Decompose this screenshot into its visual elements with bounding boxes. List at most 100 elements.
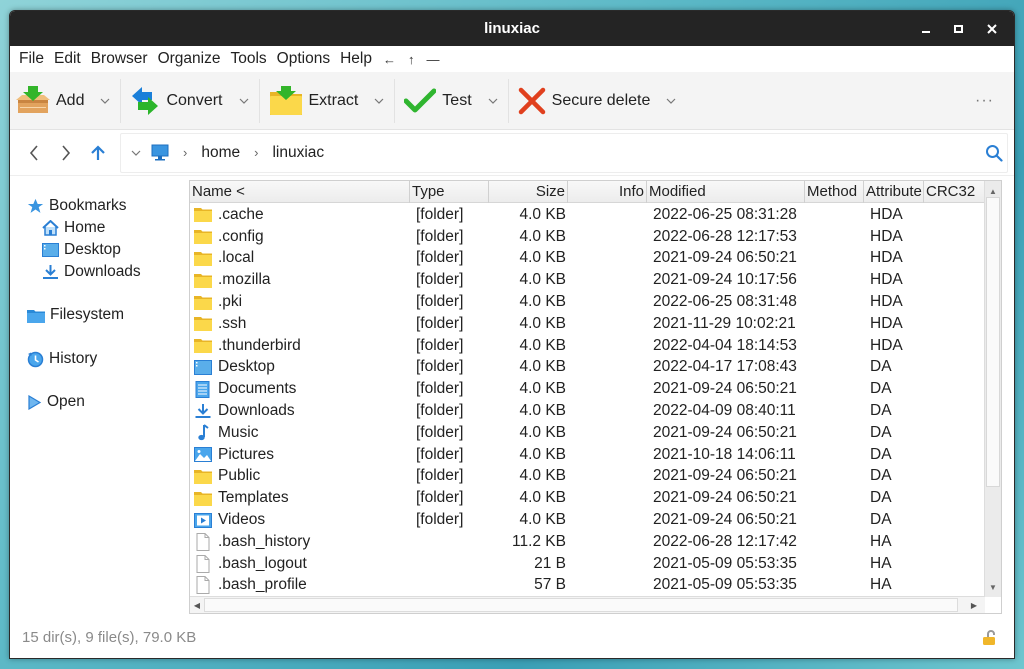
menu-help[interactable]: Help — [335, 50, 377, 68]
convert-icon — [132, 86, 159, 115]
extract-button[interactable]: Extract — [269, 85, 358, 116]
toolbar: Add Convert Extract Test Secure delete ·… — [10, 72, 1014, 130]
column-type[interactable]: Type — [410, 181, 489, 203]
convert-dropdown[interactable] — [239, 98, 249, 104]
menu-tools[interactable]: Tools — [225, 50, 271, 68]
minimize-button[interactable] — [909, 11, 942, 46]
cell-modified: 2021-09-24 06:50:21 — [653, 380, 797, 398]
vertical-scrollbar[interactable]: ▲ ▼ — [984, 181, 1001, 597]
horizontal-scrollbar[interactable]: ◀ ▶ — [190, 596, 985, 613]
menu-file[interactable]: File — [14, 50, 49, 68]
column-modified[interactable]: Modified — [647, 181, 805, 203]
column-name[interactable]: Name < — [190, 181, 410, 203]
cell-modified: 2022-04-04 18:14:53 — [653, 336, 797, 354]
extract-dropdown[interactable] — [374, 98, 384, 104]
table-row[interactable]: .config [folder] 4.0 KB 2022-06-28 12:17:53… — [190, 226, 985, 248]
menu-organize[interactable]: Organize — [153, 50, 226, 68]
table-row[interactable]: Public [folder] 4.0 KB 2021-09-24 06:50:21 D… — [190, 466, 985, 488]
chevron-down-icon — [666, 98, 676, 104]
column-method[interactable]: Method — [805, 181, 864, 203]
sidebar-item-downloads[interactable]: Downloads — [42, 261, 141, 283]
column-attribute[interactable]: Attribute — [864, 181, 924, 203]
table-row[interactable]: Downloads [folder] 4.0 KB 2022-04-09 08:40:… — [190, 400, 985, 422]
main-area: Bookmarks Home Desktop Downloads Filesys… — [10, 177, 1014, 619]
breadcrumb-home[interactable]: home — [201, 144, 240, 162]
table-row[interactable]: Desktop [folder] 4.0 KB 2022-04-17 17:08:43… — [190, 357, 985, 379]
title-bar[interactable]: linuxiac — [10, 11, 1014, 46]
menu-options[interactable]: Options — [272, 50, 335, 68]
table-row[interactable]: Pictures [folder] 4.0 KB 2021-10-18 14:06:1… — [190, 444, 985, 466]
cell-type: [folder] — [416, 445, 464, 463]
column-size[interactable]: Size — [489, 181, 568, 203]
sidebar-item-home[interactable]: Home — [42, 217, 105, 239]
menu-browser[interactable]: Browser — [86, 50, 153, 68]
more-options-button[interactable]: ··· — [975, 92, 994, 110]
cell-modified: 2021-09-24 10:17:56 — [653, 271, 797, 289]
scroll-down-arrow[interactable]: ▼ — [985, 579, 1001, 595]
breadcrumb-linuxiac[interactable]: linuxiac — [272, 144, 324, 162]
table-row[interactable]: .local [folder] 4.0 KB 2021-09-24 06:50:21 H… — [190, 248, 985, 270]
lock-button[interactable] — [982, 629, 996, 646]
table-row[interactable]: .ssh [folder] 4.0 KB 2021-11-29 10:02:21 HDA — [190, 313, 985, 335]
table-row[interactable]: .thunderbird [folder] 4.0 KB 2022-04-04 18:… — [190, 335, 985, 357]
menu-up-arrow[interactable]: ↑ — [402, 52, 421, 67]
secure-delete-dropdown[interactable] — [666, 98, 676, 104]
add-dropdown[interactable] — [100, 98, 110, 104]
file-name: Music — [218, 423, 259, 441]
column-crc32[interactable]: CRC32 — [924, 181, 985, 203]
test-dropdown[interactable] — [488, 98, 498, 104]
convert-button[interactable]: Convert — [130, 86, 223, 116]
cell-name: .local — [190, 249, 410, 267]
cell-name: Music — [190, 424, 410, 442]
table-row[interactable]: .pki [folder] 4.0 KB 2022-06-25 08:31:48 HDA — [190, 291, 985, 313]
address-bar: › home › linuxiac — [10, 130, 1014, 176]
column-info[interactable]: Info — [568, 181, 647, 203]
folder-icon — [192, 491, 218, 506]
menu-back-arrow[interactable]: ← — [377, 52, 402, 67]
table-row[interactable]: .bash_history 11.2 KB 2022-06-28 12:17:42 H… — [190, 531, 985, 553]
menu-minimize-arrow[interactable]: — — [420, 52, 445, 67]
cell-attribute: HDA — [870, 271, 903, 289]
add-button[interactable]: Add — [16, 85, 84, 116]
file-name: .bash_logout — [218, 554, 307, 572]
table-row[interactable]: .bash_profile 57 B 2021-05-09 05:53:35 HA — [190, 575, 985, 597]
cell-attribute: DA — [870, 423, 892, 441]
pictures-icon — [192, 447, 218, 463]
close-button[interactable] — [975, 11, 1008, 46]
file-icon — [192, 532, 218, 551]
scroll-right-arrow[interactable]: ▶ — [967, 597, 981, 613]
horizontal-scroll-thumb[interactable] — [204, 598, 958, 612]
menu-edit[interactable]: Edit — [49, 50, 86, 68]
sidebar-filesystem[interactable]: Filesystem — [27, 304, 124, 326]
cell-attribute: DA — [870, 402, 892, 420]
downloads-icon — [192, 403, 218, 419]
sidebar-bookmarks[interactable]: Bookmarks — [27, 195, 127, 217]
table-row[interactable]: .bash_logout 21 B 2021-05-09 05:53:35 HA — [190, 553, 985, 575]
sidebar-item-label: Downloads — [64, 263, 141, 280]
secure-delete-button[interactable]: Secure delete — [518, 87, 650, 115]
table-row[interactable]: .cache [folder] 4.0 KB 2022-06-25 08:31:28 H… — [190, 204, 985, 226]
table-row[interactable]: Templates [folder] 4.0 KB 2021-09-24 06:50:… — [190, 487, 985, 509]
back-button[interactable] — [18, 138, 50, 168]
chevron-down-icon — [131, 150, 141, 156]
scroll-left-arrow[interactable]: ◀ — [190, 597, 204, 613]
path-history-dropdown[interactable] — [131, 150, 141, 156]
vertical-scroll-thumb[interactable] — [986, 197, 1000, 487]
maximize-button[interactable] — [942, 11, 975, 46]
table-row[interactable]: Music [folder] 4.0 KB 2021-09-24 06:50:21 DA — [190, 422, 985, 444]
table-row[interactable]: Videos [folder] 4.0 KB 2021-09-24 06:50:21 D… — [190, 509, 985, 531]
search-button[interactable] — [985, 144, 1003, 162]
test-button[interactable]: Test — [404, 88, 472, 114]
sidebar-history[interactable]: History — [27, 348, 97, 370]
test-label: Test — [442, 91, 472, 109]
cell-modified: 2022-06-28 12:17:53 — [653, 227, 797, 245]
up-button[interactable] — [82, 138, 114, 168]
forward-button[interactable] — [50, 138, 82, 168]
path-breadcrumb[interactable]: › home › linuxiac — [120, 132, 1008, 173]
cell-name: .bash_logout — [190, 554, 410, 573]
sidebar-item-desktop[interactable]: Desktop — [42, 239, 121, 261]
sidebar-open[interactable]: Open — [27, 391, 85, 413]
table-row[interactable]: .mozilla [folder] 4.0 KB 2021-09-24 10:17:5… — [190, 269, 985, 291]
table-row[interactable]: Documents [folder] 4.0 KB 2021-09-24 06:50:… — [190, 378, 985, 400]
computer-icon[interactable] — [151, 144, 169, 161]
